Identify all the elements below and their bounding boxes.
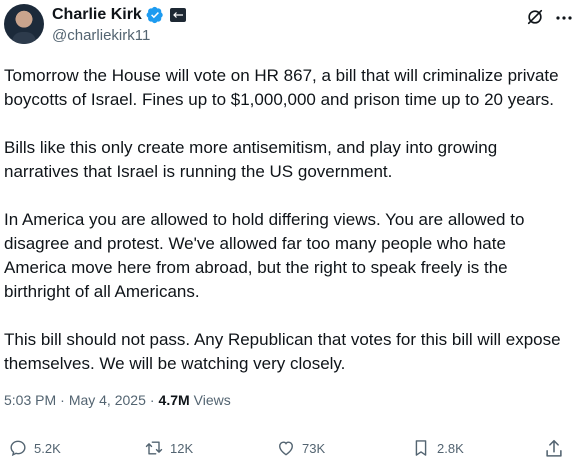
verified-badge-icon: [146, 6, 163, 24]
repost-count: 12K: [170, 440, 194, 456]
tweet-paragraph: This bill should not pass. Any Republica…: [4, 330, 561, 373]
views-count[interactable]: 4.7M: [159, 392, 190, 408]
meta-separator: ·: [149, 392, 155, 408]
tweet: Charlie Kirk @charliekirk11 Tomorrow the…: [0, 0, 576, 467]
author-handle[interactable]: @charliekirk11: [52, 27, 150, 44]
action-bar: 5.2K 12K 73K 2.8K: [0, 438, 576, 466]
tweet-meta: 5:03 PM · May 4, 2025 · 4.7M Views: [4, 392, 231, 408]
meta-separator: ·: [60, 392, 65, 408]
like-button[interactable]: 73K: [276, 438, 325, 458]
tweet-paragraph: Tomorrow the House will vote on HR 867, …: [4, 66, 559, 109]
grok-icon[interactable]: [526, 8, 544, 26]
author-name-row: Charlie Kirk: [52, 6, 186, 24]
reply-button[interactable]: 5.2K: [8, 438, 61, 458]
avatar[interactable]: [4, 4, 44, 44]
reply-count: 5.2K: [34, 440, 61, 456]
more-icon[interactable]: [554, 8, 574, 28]
post-date[interactable]: May 4, 2025: [69, 392, 146, 408]
display-name[interactable]: Charlie Kirk: [52, 6, 142, 24]
tweet-paragraph: Bills like this only create more antisem…: [4, 138, 498, 181]
heart-icon: [279, 441, 293, 456]
affiliate-badge-icon[interactable]: [169, 8, 186, 22]
bookmark-icon: [415, 440, 427, 456]
repost-icon: [145, 441, 163, 455]
repost-button[interactable]: 12K: [144, 438, 193, 458]
tweet-paragraph: In America you are allowed to hold diffe…: [4, 210, 525, 301]
reply-icon: [10, 440, 26, 457]
views-label: Views: [193, 392, 231, 408]
bookmark-button[interactable]: 2.8K: [411, 438, 464, 458]
tweet-text: Tomorrow the House will vote on HR 867, …: [4, 64, 569, 400]
share-icon[interactable]: [543, 438, 565, 460]
like-count: 73K: [302, 440, 326, 456]
bookmark-count: 2.8K: [437, 440, 464, 456]
post-time[interactable]: 5:03 PM: [4, 392, 56, 408]
